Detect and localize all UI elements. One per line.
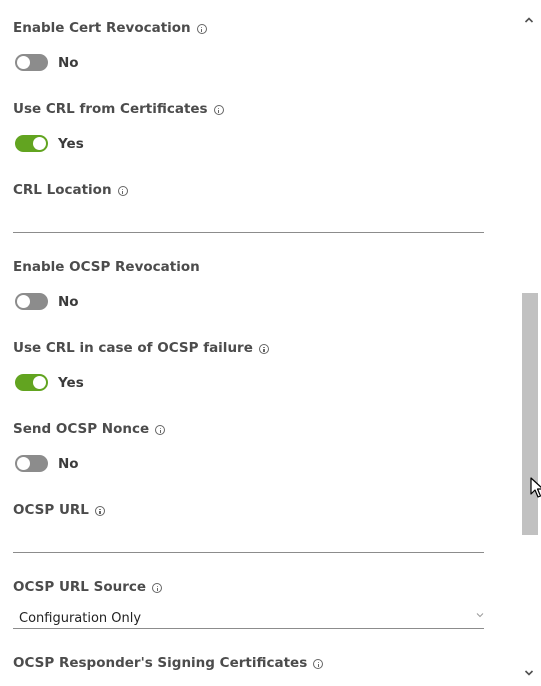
- enable-ocsp-revocation-label: Enable OCSP Revocation: [13, 259, 200, 275]
- toggle-state-text: No: [58, 455, 79, 472]
- toggle-state-text: No: [58, 293, 79, 310]
- ocsp-responder-signing-certs-label: OCSP Responder's Signing Certificates: [13, 655, 324, 671]
- info-icon[interactable]: [213, 105, 224, 115]
- toggle-knob: [17, 295, 30, 308]
- enable-cert-revocation-toggle-row: No: [15, 54, 79, 71]
- enable-ocsp-revocation-toggle[interactable]: [15, 293, 48, 310]
- settings-form: Enable Cert Revocation No Use CRL from C…: [0, 0, 518, 686]
- toggle-state-text: No: [58, 54, 79, 71]
- ocsp-url-source-label: OCSP URL Source: [13, 579, 163, 595]
- enable-cert-revocation-label: Enable Cert Revocation: [13, 20, 207, 36]
- info-icon[interactable]: [258, 344, 269, 354]
- use-crl-from-certificates-toggle[interactable]: [15, 135, 48, 152]
- toggle-knob: [17, 457, 30, 470]
- use-crl-on-ocsp-failure-label: Use CRL in case of OCSP failure: [13, 340, 269, 356]
- ocsp-url-source-select[interactable]: Configuration Only: [13, 608, 484, 629]
- vertical-scrollbar[interactable]: [520, 0, 538, 686]
- toggle-state-text: Yes: [58, 135, 84, 152]
- use-crl-on-ocsp-failure-toggle-row: Yes: [15, 374, 84, 391]
- use-crl-from-certificates-label: Use CRL from Certificates: [13, 101, 224, 117]
- info-icon[interactable]: [152, 583, 163, 593]
- scroll-down-arrow-icon[interactable]: [524, 669, 534, 677]
- toggle-state-text: Yes: [58, 374, 84, 391]
- enable-ocsp-revocation-toggle-row: No: [15, 293, 79, 310]
- info-icon[interactable]: [117, 186, 128, 196]
- send-ocsp-nonce-label: Send OCSP Nonce: [13, 421, 166, 437]
- info-icon[interactable]: [155, 425, 166, 435]
- enable-cert-revocation-toggle[interactable]: [15, 54, 48, 71]
- scroll-up-arrow-icon[interactable]: [524, 16, 534, 24]
- chevron-down-icon: [476, 613, 484, 618]
- use-crl-from-certificates-toggle-row: Yes: [15, 135, 84, 152]
- info-icon[interactable]: [94, 506, 105, 516]
- toggle-knob: [33, 137, 46, 150]
- ocsp-url-label: OCSP URL: [13, 502, 105, 518]
- use-crl-on-ocsp-failure-toggle[interactable]: [15, 374, 48, 391]
- crl-location-label: CRL Location: [13, 182, 128, 198]
- mouse-cursor-icon: [530, 477, 541, 498]
- send-ocsp-nonce-toggle[interactable]: [15, 455, 48, 472]
- send-ocsp-nonce-toggle-row: No: [15, 455, 79, 472]
- info-icon[interactable]: [313, 659, 324, 669]
- toggle-knob: [33, 376, 46, 389]
- ocsp-url-input[interactable]: [13, 532, 484, 553]
- crl-location-input[interactable]: [13, 212, 484, 233]
- select-value: Configuration Only: [19, 611, 142, 626]
- info-icon[interactable]: [196, 24, 207, 34]
- toggle-knob: [17, 56, 30, 69]
